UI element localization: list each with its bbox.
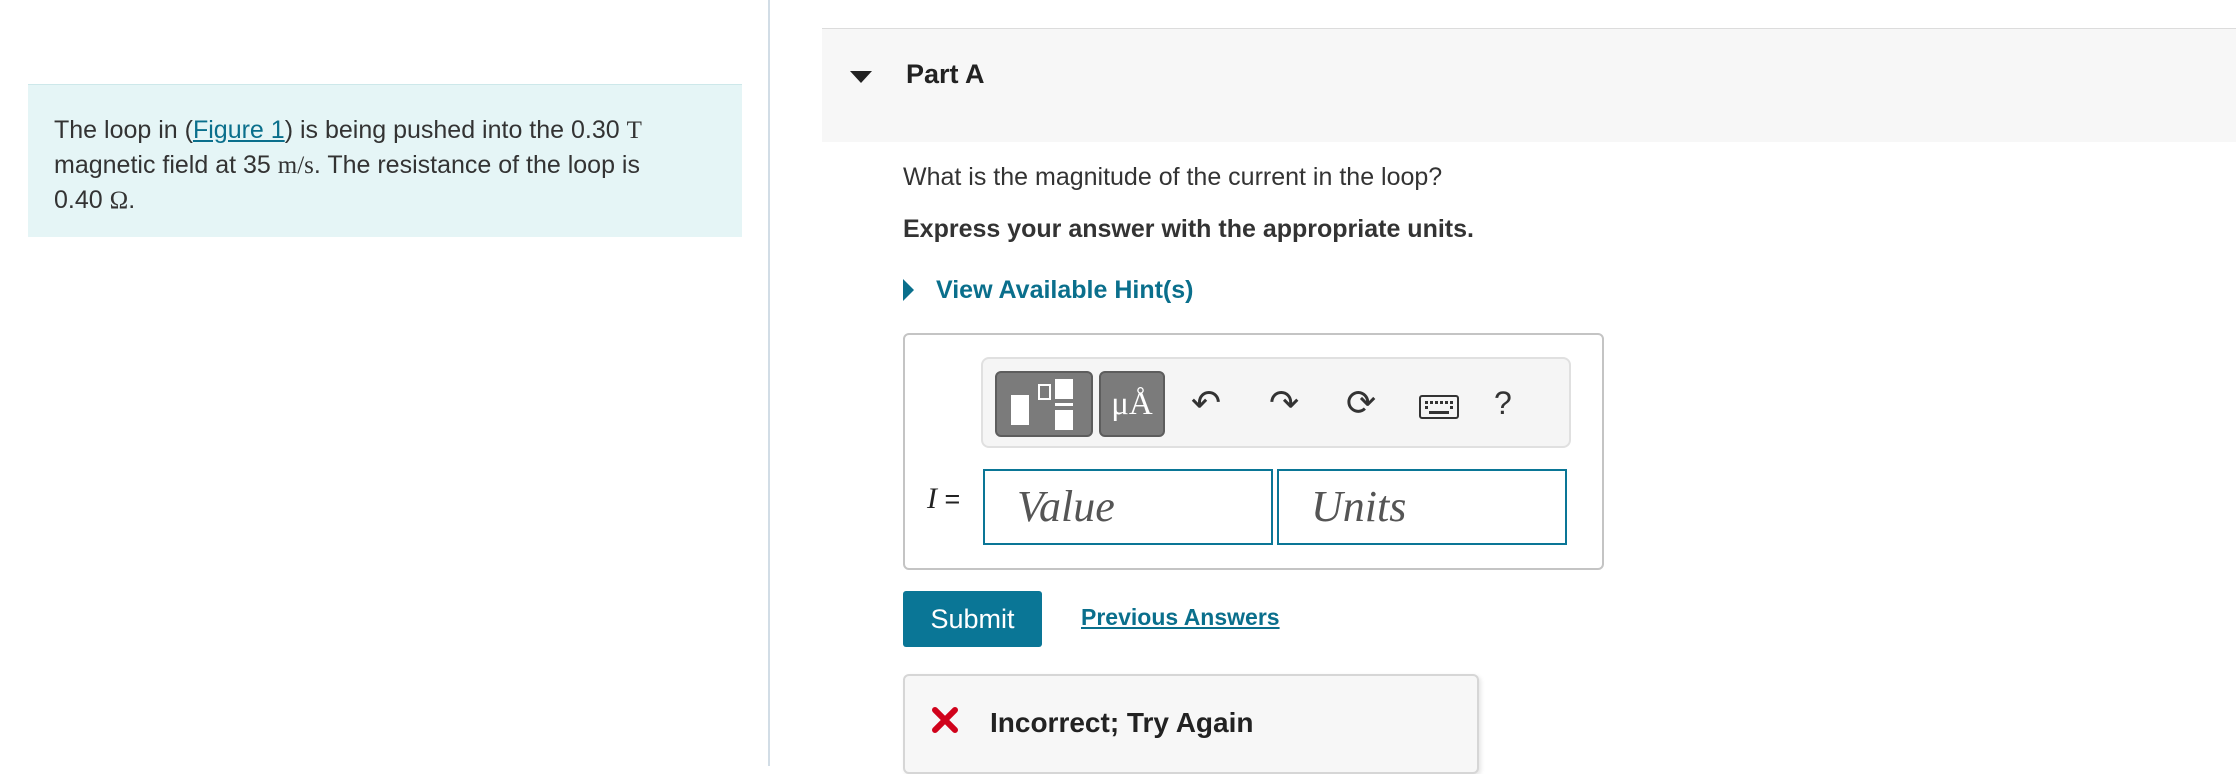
- reset-icon[interactable]: ⟳: [1346, 377, 1376, 429]
- part-header[interactable]: Part A: [822, 28, 2236, 142]
- instruction-text: Express your answer with the appropriate…: [903, 215, 1474, 243]
- previous-answers-link[interactable]: Previous Answers: [1081, 604, 1280, 631]
- view-hints-toggle[interactable]: View Available Hint(s): [903, 274, 1193, 306]
- panel-divider: [768, 0, 770, 766]
- redo-icon[interactable]: ↷: [1269, 377, 1299, 429]
- view-hints-label: View Available Hint(s): [936, 275, 1194, 304]
- problem-text: The loop in (: [54, 116, 193, 144]
- question-text: What is the magnitude of the current in …: [903, 163, 1443, 191]
- templates-button[interactable]: [995, 371, 1093, 437]
- unit-speed: m/s: [277, 152, 314, 179]
- figure-link[interactable]: Figure 1: [193, 116, 285, 144]
- answer-variable: I: [927, 482, 937, 515]
- problem-line-3: 0.40 Ω.: [54, 183, 716, 218]
- keyboard-icon[interactable]: [1419, 395, 1459, 419]
- part-title: Part A: [906, 59, 985, 89]
- equals-sign: =: [944, 484, 961, 514]
- value-input[interactable]: Value: [983, 469, 1273, 545]
- unit-tesla: T: [626, 117, 642, 144]
- units-symbol: μÅ: [1111, 385, 1153, 422]
- problem-text: .: [128, 186, 136, 214]
- feedback-text: Incorrect; Try Again: [990, 707, 1254, 738]
- units-input[interactable]: Units: [1277, 469, 1567, 545]
- problem-text: 0.40: [54, 186, 110, 214]
- feedback-box: Incorrect; Try Again: [903, 674, 1479, 774]
- math-toolbar: μÅ ↶ ↷ ⟳ ?: [981, 357, 1571, 448]
- expand-caret-icon: [903, 279, 914, 301]
- problem-text: . The resistance of the loop is: [313, 151, 640, 179]
- help-icon[interactable]: ?: [1494, 377, 1512, 429]
- units-button[interactable]: μÅ: [1099, 371, 1165, 437]
- templates-icon: [1011, 379, 1073, 430]
- problem-statement: The loop in (Figure 1) is being pushed i…: [28, 84, 742, 237]
- problem-text: magnetic field at 35: [54, 151, 278, 179]
- problem-text: ) is being pushed into the 0.30: [284, 116, 627, 144]
- problem-line-1: The loop in (Figure 1) is being pushed i…: [54, 113, 716, 148]
- incorrect-x-icon: [932, 707, 958, 733]
- problem-line-2: magnetic field at 35 m/s. The resistance…: [54, 148, 716, 183]
- submit-button[interactable]: Submit: [903, 591, 1042, 647]
- undo-icon[interactable]: ↶: [1191, 377, 1221, 429]
- answer-variable-label: I =: [927, 482, 960, 516]
- answer-box: μÅ ↶ ↷ ⟳ ? I = Value Units: [903, 333, 1604, 570]
- unit-ohm: Ω: [109, 187, 129, 214]
- collapse-caret-icon[interactable]: [850, 71, 872, 83]
